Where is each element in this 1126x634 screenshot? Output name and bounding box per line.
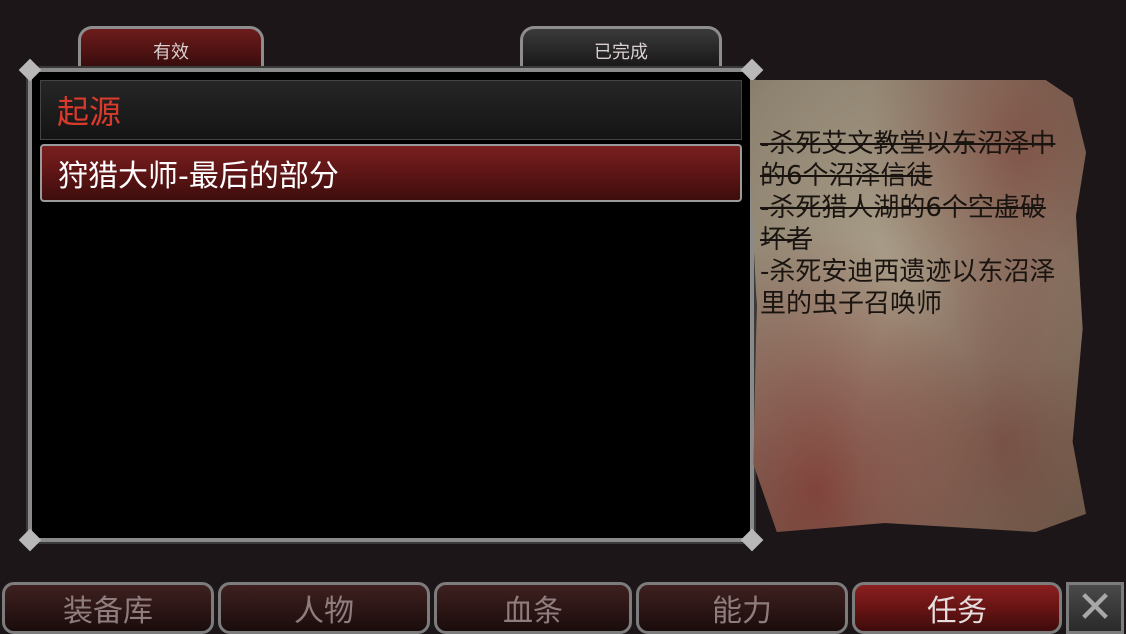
objective-item-2: -杀死猎人湖的6个空虚破坏者: [760, 193, 1046, 255]
objective-item-3: -杀死安迪西遗迹以东沼泽里的虫子召唤师: [760, 257, 1056, 319]
objective-list: -杀死艾文教堂以东沼泽中的6个沼泽信徒 -杀死猎人湖的6个空虚破坏者 -杀死安迪…: [760, 128, 1060, 320]
quest-title: 狩猎大师-最后的部分: [58, 159, 339, 194]
frame-corner-ornament: [740, 528, 764, 552]
objective-item-1: -杀死艾文教堂以东沼泽中的6个沼泽信徒: [760, 129, 1056, 191]
tab-completed[interactable]: 已完成: [520, 26, 722, 72]
nav-label-abilities: 能力: [712, 594, 772, 629]
nav-button-character[interactable]: 人物: [218, 582, 430, 634]
frame-corner-ornament: [18, 58, 42, 82]
close-button[interactable]: ✕: [1066, 582, 1124, 634]
nav-label-inventory: 装备库: [63, 594, 153, 629]
tab-completed-label: 已完成: [594, 41, 648, 63]
frame-corner-ornament: [740, 58, 764, 82]
nav-button-bloodline[interactable]: 血条: [434, 582, 632, 634]
quest-list-item-selected[interactable]: 狩猎大师-最后的部分: [40, 144, 742, 202]
frame-corner-ornament: [18, 528, 42, 552]
nav-label-bloodline: 血条: [503, 594, 563, 629]
nav-button-quests[interactable]: 任务: [852, 582, 1062, 634]
quest-category-label: 起源: [57, 93, 122, 131]
quest-list-panel: 起源 狩猎大师-最后的部分: [18, 58, 764, 552]
tab-active-label: 有效: [153, 41, 189, 63]
close-icon: ✕: [1076, 582, 1114, 633]
nav-button-abilities[interactable]: 能力: [636, 582, 848, 634]
nav-button-inventory[interactable]: 装备库: [2, 582, 214, 634]
nav-label-quests: 任务: [927, 594, 987, 629]
quest-category-header[interactable]: 起源: [40, 80, 742, 140]
tab-active[interactable]: 有效: [78, 26, 264, 72]
nav-label-character: 人物: [294, 594, 354, 629]
